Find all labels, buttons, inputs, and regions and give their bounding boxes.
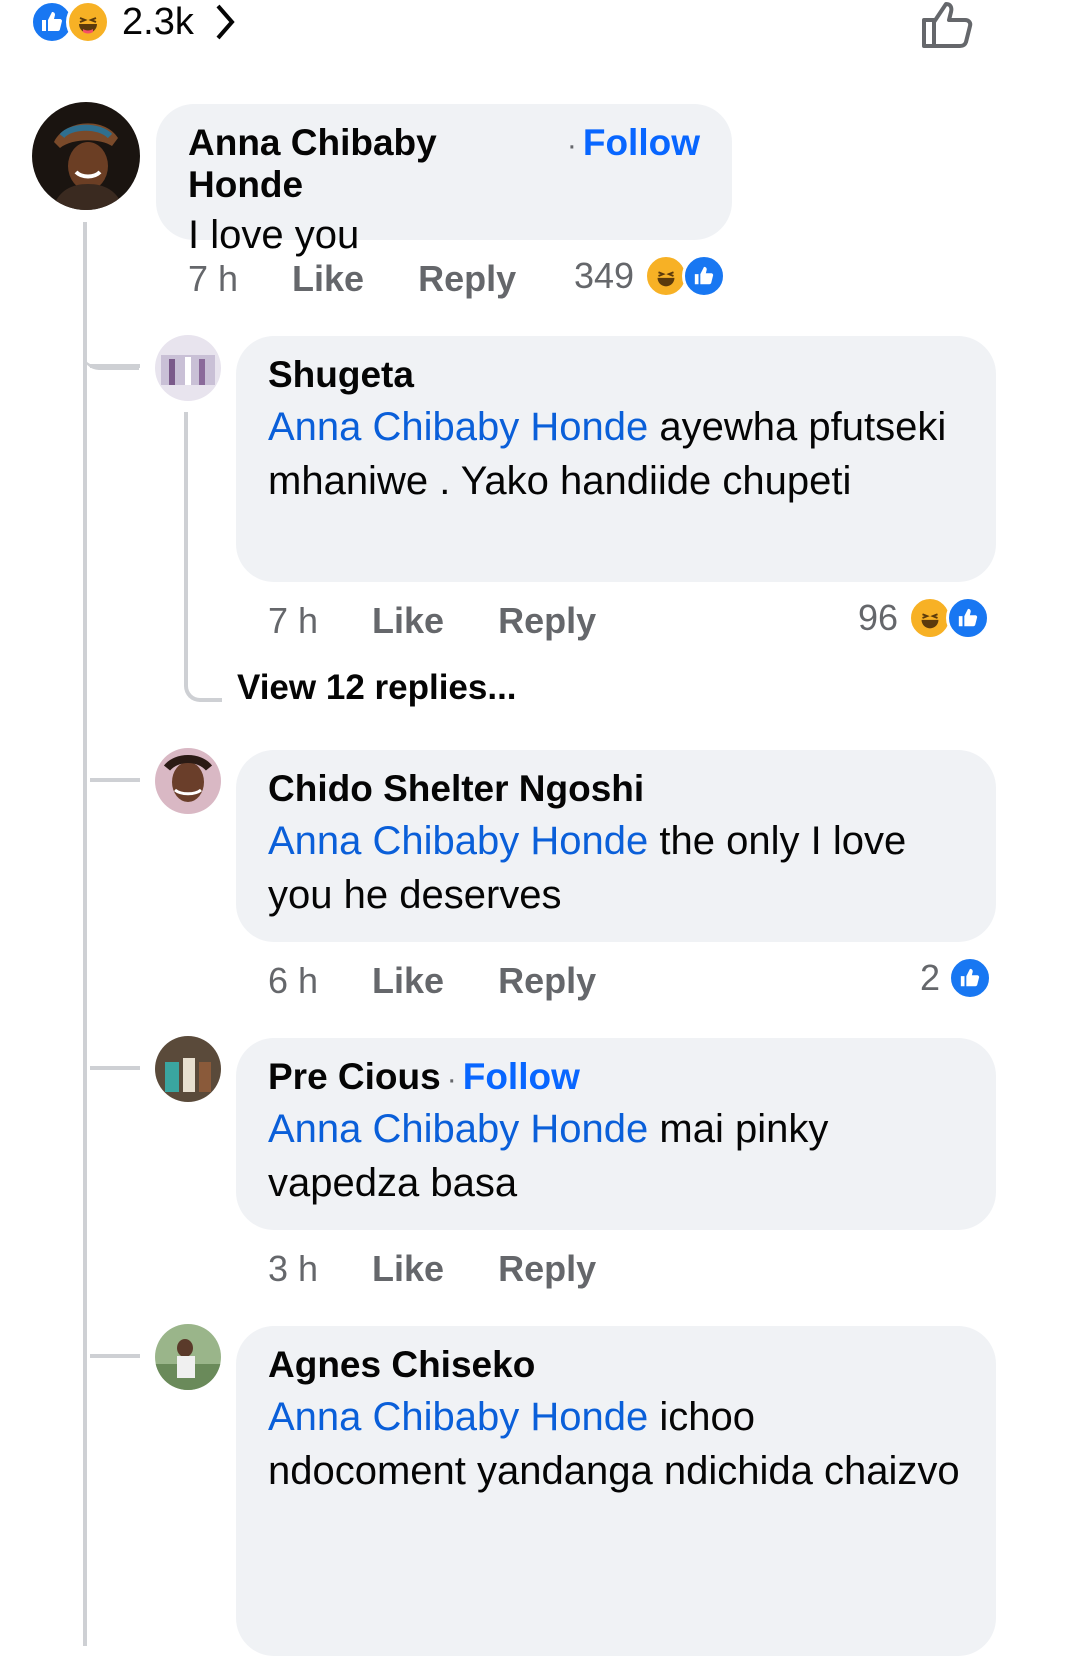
reply-text: Anna Chibaby Honde the only I love you h… (268, 814, 964, 922)
reply-text: Anna Chibaby Honde ichoo ndocoment yanda… (268, 1390, 964, 1498)
avatar[interactable] (32, 102, 140, 210)
reply-time[interactable]: 7 h (268, 600, 318, 642)
reply-text-part: the only I love (659, 819, 907, 863)
reply-bubble[interactable]: Shugeta Anna Chibaby Honde ayewha pfutse… (236, 336, 996, 582)
nested-thread-line (184, 412, 222, 702)
reply-button[interactable]: Reply (498, 960, 596, 1002)
like-button[interactable]: Like (292, 258, 364, 300)
reply-bubble[interactable]: Agnes Chiseko Anna Chibaby Honde ichoo n… (236, 1326, 996, 1656)
chevron-right-icon (216, 4, 235, 40)
reply-text-part: mai pinky (659, 1107, 829, 1151)
reply-reactions[interactable]: 2 (920, 956, 993, 1000)
avatar[interactable] (155, 335, 221, 401)
like-button[interactable]: Like (372, 600, 444, 642)
reply-author[interactable]: Shugeta (268, 354, 964, 396)
reaction-count: 2 (920, 957, 941, 998)
like-icon (946, 596, 991, 640)
avatar[interactable] (155, 748, 221, 814)
comment-author[interactable]: Anna Chibaby Honde (188, 122, 561, 206)
reaction-count: 2.3k (122, 0, 194, 43)
thread-line (83, 222, 87, 1646)
reply-button[interactable]: Reply (418, 258, 516, 300)
comment-time[interactable]: 7 h (188, 258, 238, 300)
separator-dot: · (446, 1063, 457, 1096)
comment-bubble[interactable]: Anna Chibaby Honde · Follow I love you (156, 104, 732, 257)
thread-branch-line (90, 1354, 140, 1358)
thumbs-up-outline-icon[interactable] (918, 0, 978, 55)
mention-link[interactable]: Anna Chibaby Honde (268, 405, 648, 449)
reply-text-part: vapedza basa (268, 1161, 518, 1205)
like-button[interactable]: Like (372, 960, 444, 1002)
reply-button[interactable]: Reply (498, 1248, 596, 1290)
like-icon (948, 956, 993, 1000)
comment-reactions[interactable]: 349 (574, 254, 727, 298)
thread-branch-line (90, 364, 140, 368)
reply-text-part: ichoo (659, 1395, 756, 1439)
mention-link[interactable]: Anna Chibaby Honde (268, 1395, 648, 1439)
reaction-summary[interactable]: 2.3k (30, 0, 238, 44)
thread-branch-line (90, 1066, 140, 1070)
follow-button[interactable]: Follow (463, 1056, 580, 1098)
reply-reactions[interactable]: 96 (858, 596, 991, 640)
reply-author[interactable]: Pre Cious (268, 1056, 441, 1098)
follow-button[interactable]: Follow (583, 122, 700, 164)
avatar[interactable] (155, 1036, 221, 1102)
mention-link[interactable]: Anna Chibaby Honde (268, 819, 648, 863)
reply-author[interactable]: Chido Shelter Ngoshi (268, 768, 964, 810)
like-button[interactable]: Like (372, 1248, 444, 1290)
separator-dot: · (566, 129, 577, 162)
reply-button[interactable]: Reply (498, 600, 596, 642)
view-replies-link[interactable]: View 12 replies... (237, 668, 517, 708)
reply-text-part: ayewha (659, 405, 798, 449)
avatar[interactable] (155, 1324, 221, 1390)
reply-author[interactable]: Agnes Chiseko (268, 1344, 964, 1386)
reply-text: Anna Chibaby Honde ayewha pfutseki mhani… (268, 400, 964, 508)
reply-text: Anna Chibaby Honde mai pinky vapedza bas… (268, 1102, 964, 1210)
reply-text-part: ndocoment yandanga ndichida chaizvo (268, 1449, 960, 1493)
reply-text-part: you he deserves (268, 873, 562, 917)
reply-actions: 6 h Like Reply (268, 960, 596, 1002)
reply-time[interactable]: 3 h (268, 1248, 318, 1290)
reply-actions: 3 h Like Reply (268, 1248, 596, 1290)
reply-actions: 7 h Like Reply (268, 600, 596, 642)
haha-icon (66, 0, 110, 44)
like-icon (682, 254, 727, 298)
reply-bubble[interactable]: Chido Shelter Ngoshi Anna Chibaby Honde … (236, 750, 996, 942)
thread-branch-line (90, 778, 140, 782)
reply-bubble[interactable]: Pre Cious · Follow Anna Chibaby Honde ma… (236, 1038, 996, 1230)
reaction-count: 349 (574, 255, 635, 296)
comment-actions: 7 h Like Reply (188, 258, 516, 300)
reply-time[interactable]: 6 h (268, 960, 318, 1002)
reaction-count: 96 (858, 597, 899, 638)
mention-link[interactable]: Anna Chibaby Honde (268, 1107, 648, 1151)
